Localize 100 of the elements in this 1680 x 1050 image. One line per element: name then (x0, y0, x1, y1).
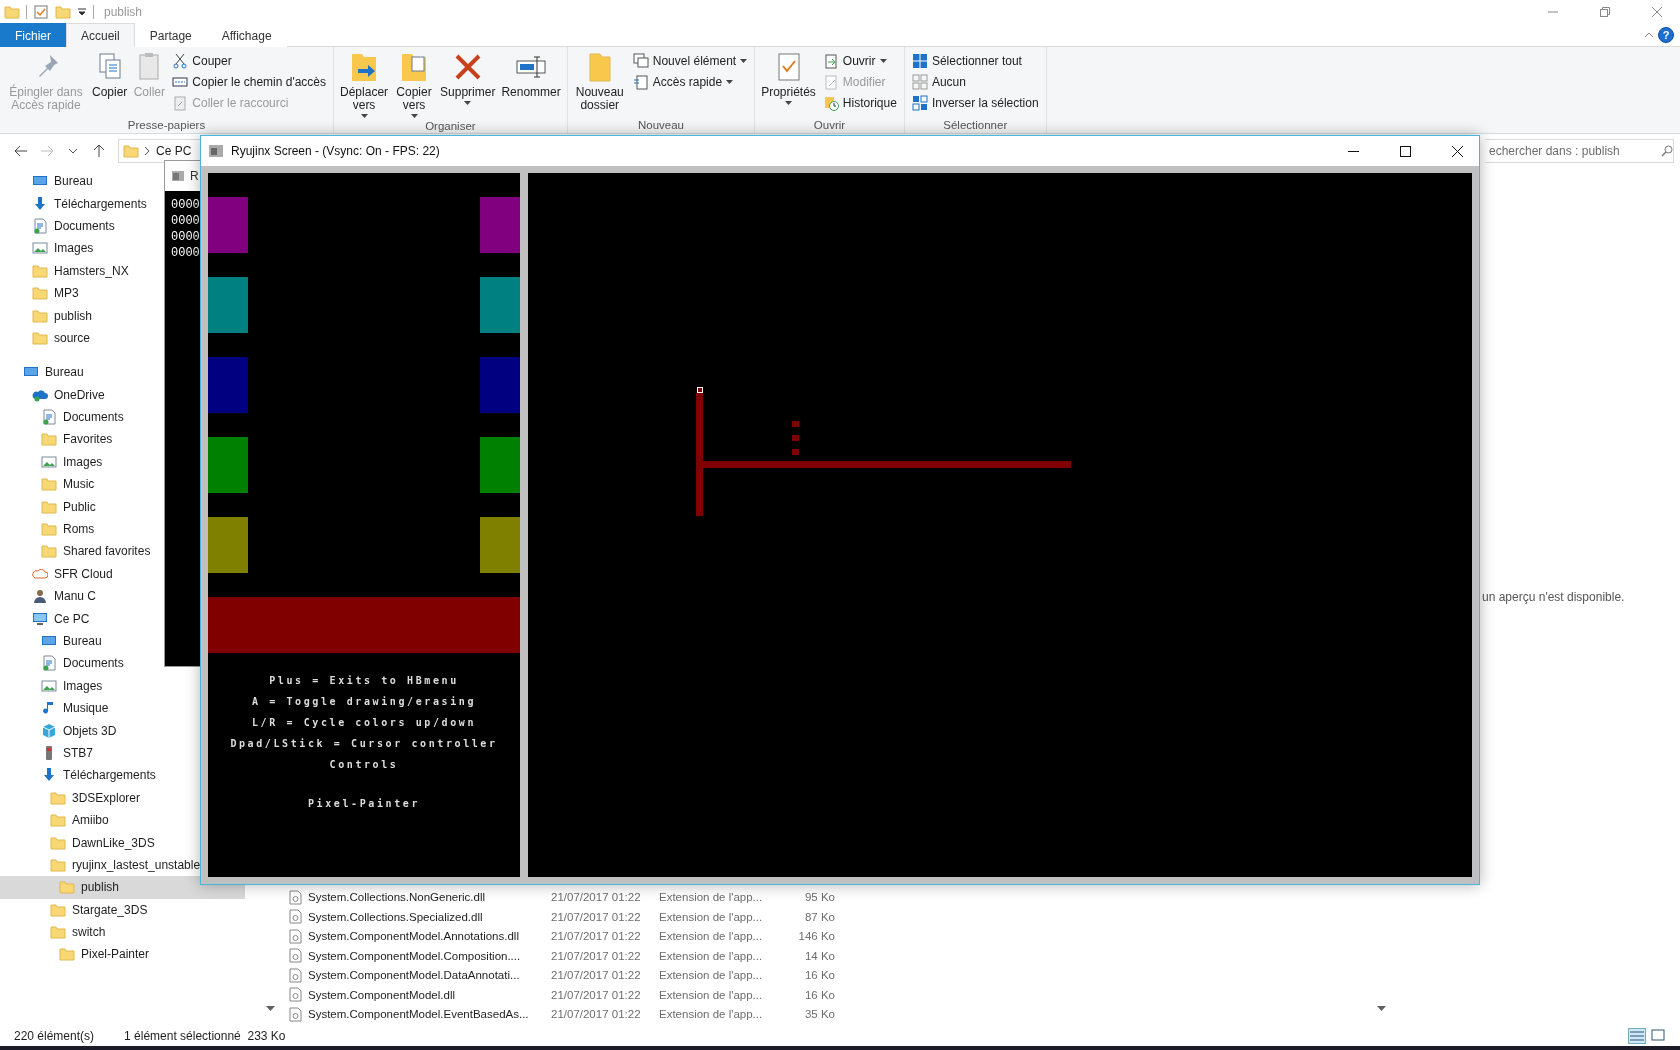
image-icon (32, 240, 48, 257)
computer-icon (32, 610, 48, 627)
folder-icon (50, 812, 66, 829)
chevron-right-icon (145, 147, 150, 155)
path-icon (172, 74, 189, 90)
search-icon (1661, 145, 1673, 157)
back-arrow-icon (14, 145, 28, 157)
ribbon-button[interactable]: Aucun (908, 72, 1042, 92)
control-hint: L/R = Cycle colors up/down (250, 717, 478, 728)
nav-item[interactable]: publish (0, 876, 245, 899)
dll-file-icon (289, 987, 302, 1003)
ribbon-button[interactable]: Propriétés (759, 49, 818, 107)
ribbon-button[interactable]: Accès rapide (629, 72, 751, 92)
edit-icon (822, 74, 839, 90)
ribbon-button[interactable]: Copier le chemin d'accès (169, 72, 330, 92)
window-title: Ryujinx Screen - (Vsync: On - FPS: 22) (231, 144, 440, 158)
selection-info: 1 élément sélectionné 233 Ko (124, 1029, 286, 1043)
ribbon-button[interactable]: Supprimer (438, 49, 498, 107)
group-label: Sélectionner (942, 119, 1009, 133)
folder-icon (50, 789, 66, 806)
ribbon-button[interactable]: Historique (819, 93, 900, 113)
file-name[interactable]: System.Collections.NonGeneric.dll (289, 889, 551, 905)
date-cell-text: 21/07/2017 01:22 (551, 910, 642, 923)
caret-icon (740, 59, 748, 63)
caret-icon (785, 101, 792, 105)
folder-icon (41, 543, 57, 560)
dll-file-icon (289, 1006, 302, 1022)
type-cell-text: Extension de l'app... (659, 949, 764, 962)
file-name[interactable]: System.ComponentModel.EventBasedAs... (289, 1006, 551, 1022)
ribbon-button[interactable]: Renommer (499, 49, 563, 101)
file-name[interactable]: System.ComponentModel.DataAnnotati... (289, 967, 551, 983)
ribbon-button[interactable]: Ouvrir (819, 51, 900, 71)
caret-icon (360, 114, 368, 118)
folder-icon (50, 924, 66, 941)
search-field[interactable]: echercher dans : publish (1485, 139, 1674, 163)
folder-icon (59, 879, 75, 896)
chevron-down-icon (69, 148, 77, 154)
group-label: Ouvrir (812, 119, 847, 133)
caret-icon (464, 101, 472, 105)
ribbon-button[interactable]: Couper (169, 51, 330, 71)
dll-file-icon (289, 967, 302, 983)
large-icons-view-button[interactable] (1650, 1028, 1666, 1044)
history-icon (822, 95, 839, 111)
folder-icon (41, 476, 57, 493)
nav-item[interactable]: Stargate_3DS (0, 898, 245, 921)
ribbon-button[interactable]: Nouveau dossier (571, 49, 628, 114)
console-line: 0000 (170, 213, 200, 229)
date-cell-text: 21/07/2017 01:22 (551, 930, 642, 943)
details-view-button[interactable] (1628, 1028, 1646, 1044)
close-icon (1652, 6, 1662, 17)
thumbnail-icon (1651, 1029, 1665, 1041)
type-cell-text: Extension de l'app... (659, 891, 764, 904)
ribbon-button[interactable]: Inverser la sélection (908, 93, 1042, 113)
properties-checkbox-icon (33, 3, 49, 20)
ribbon-button[interactable]: Déplacer vers (338, 49, 391, 120)
scissors-icon (172, 53, 189, 69)
scroll-down-arrow-icon (1377, 1006, 1386, 1012)
select-none-icon (911, 74, 928, 90)
ribbon-button[interactable]: Copier (90, 49, 130, 101)
console-line: 0000 (170, 245, 200, 261)
size-cell-text: 14 Ko (803, 949, 835, 962)
file-name[interactable]: System.ComponentModel.Annotations.dll (289, 928, 551, 944)
ribbon-button[interactable]: Nouvel élément (629, 51, 751, 71)
window-title: publish (104, 4, 143, 19)
document-icon (32, 217, 48, 234)
type-cell-text: Extension de l'app... (659, 930, 764, 943)
document-icon (41, 655, 57, 672)
file-name[interactable]: System.ComponentModel.Composition.... (289, 948, 551, 964)
breadcrumb[interactable]: Ce PC (156, 144, 192, 158)
scroll-down-arrow-icon (266, 1006, 275, 1012)
type-cell-text: Extension de l'app... (659, 988, 764, 1001)
type-cell-text: Extension de l'app... (659, 910, 764, 923)
nav-item[interactable]: switch (0, 920, 245, 944)
folder-icon (50, 834, 66, 851)
ribbon-button[interactable]: Sélectionner tout (908, 51, 1042, 71)
control-hint: Plus = Exits to HBmenu (268, 675, 460, 686)
dll-file-icon (289, 909, 302, 925)
ribbon-button[interactable]: Copier vers (392, 49, 437, 120)
date-cell-text: 21/07/2017 01:22 (551, 988, 642, 1001)
type-cell-text: Extension de l'app... (659, 969, 764, 982)
console-icon (172, 171, 184, 181)
user-icon (32, 588, 48, 605)
preview-message: un aperçu n'est disponible. (1482, 590, 1625, 604)
shortcut-paste-icon (172, 95, 189, 111)
ribbon-tab[interactable]: Fichier (0, 23, 66, 47)
dll-file-icon (289, 889, 302, 905)
file-name[interactable]: System.ComponentModel.dll (289, 987, 551, 1003)
help-button[interactable]: ? (1658, 26, 1674, 43)
size-cell-text: 16 Ko (803, 988, 835, 1001)
image-icon (41, 453, 57, 470)
file-name[interactable]: System.Collections.Specialized.dll (289, 909, 551, 925)
up-arrow-icon (93, 144, 105, 158)
date-cell-text: 21/07/2017 01:22 (551, 949, 642, 962)
caret-icon (726, 80, 734, 84)
group-label: Organiser (424, 120, 477, 133)
folder-icon (59, 946, 75, 963)
ribbon-tab[interactable]: Accueil (66, 23, 135, 47)
nav-item[interactable]: Pixel-Painter (0, 943, 245, 966)
item-count: 220 élément(s) (14, 1029, 95, 1043)
quick-access-icon (632, 74, 649, 90)
